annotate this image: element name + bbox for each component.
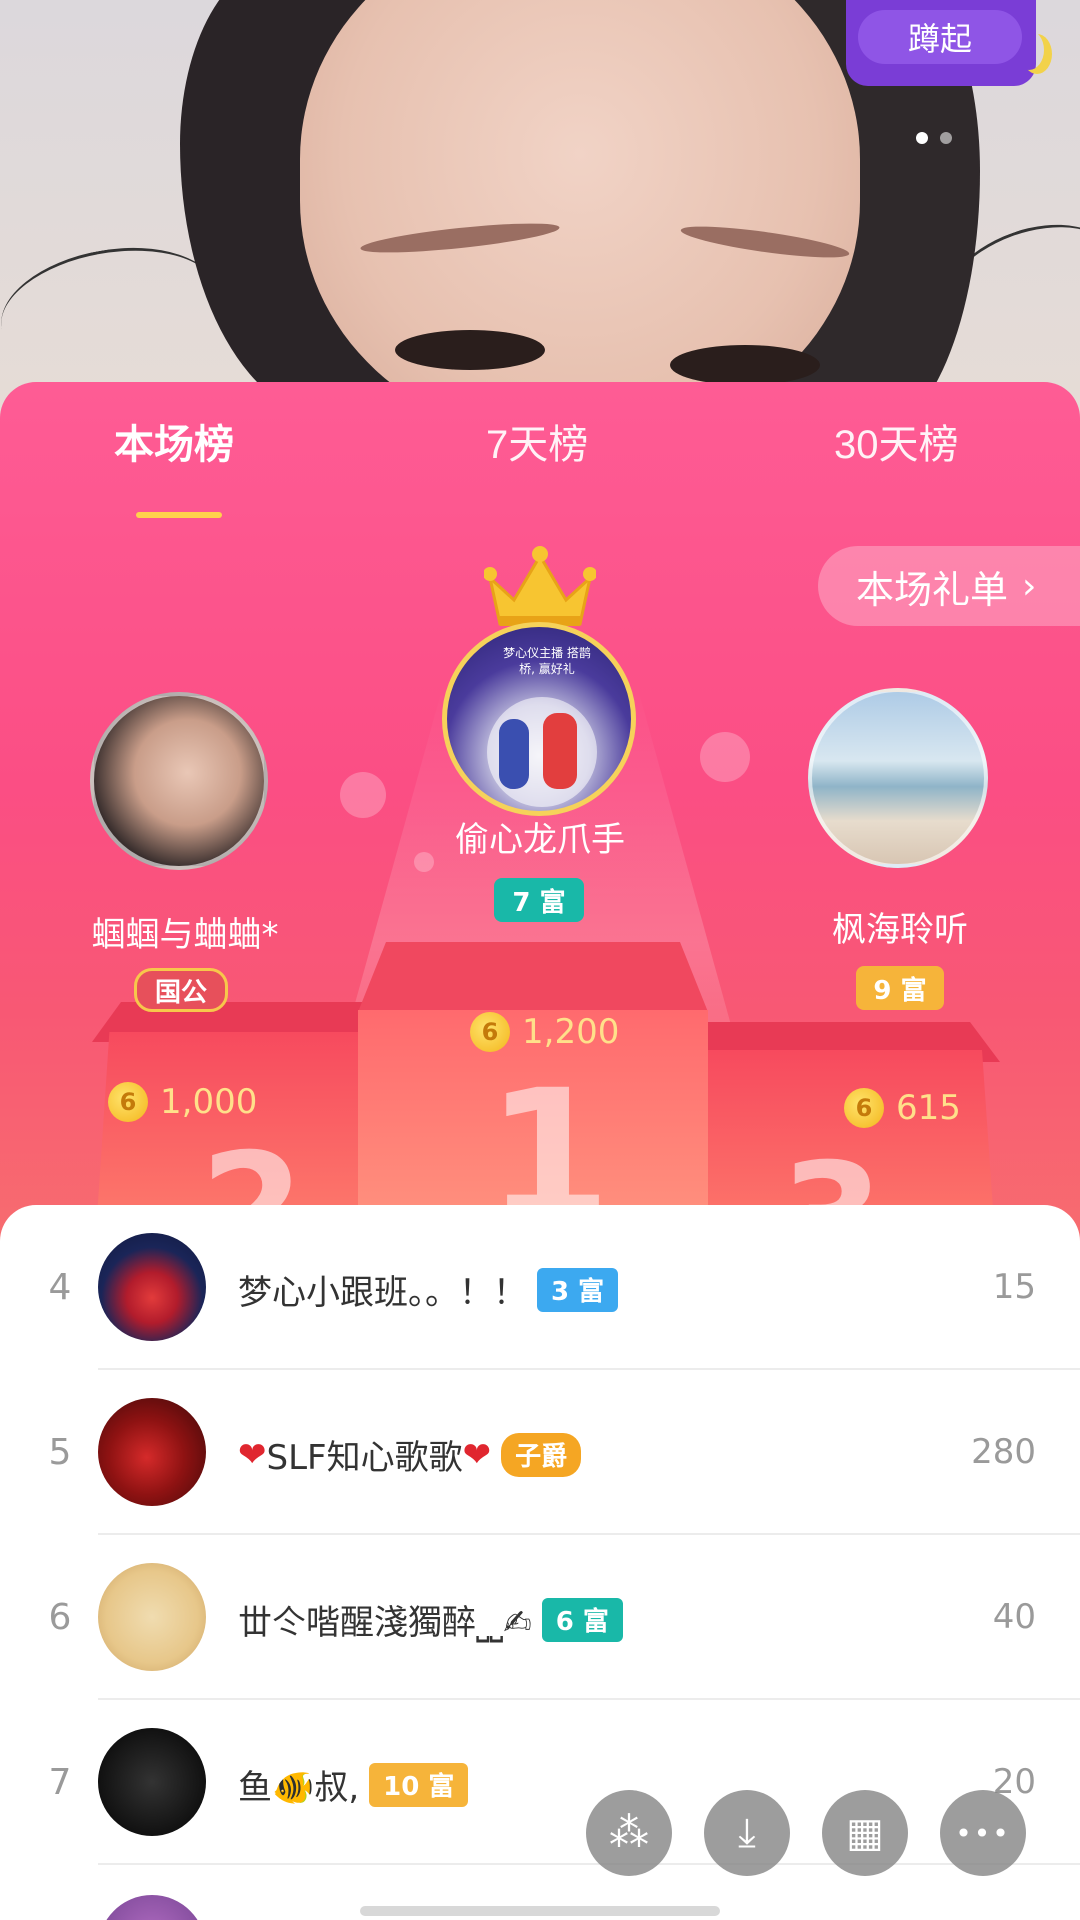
list-item[interactable]: 7 鱼🐠叔, 10 富 20 xyxy=(0,1700,1080,1865)
more-icon[interactable]: ••• xyxy=(940,1790,1026,1876)
divider xyxy=(98,1863,1080,1865)
rank-1-score-value: 1,200 xyxy=(522,1012,620,1052)
rank-number: 5 xyxy=(48,1432,72,1473)
rank-number: 7 xyxy=(48,1762,72,1803)
page-indicator xyxy=(916,132,952,144)
coin-icon: 6 xyxy=(470,1012,510,1052)
sparkle-icon[interactable]: ⁂ xyxy=(586,1790,672,1876)
rank-3-wealth-badge: 9 富 xyxy=(856,966,944,1010)
wealth-badge: 10 富 xyxy=(369,1762,469,1807)
page-dot xyxy=(940,132,952,144)
list-item[interactable]: 6 丗仒喈醒淺獨醉⎵⎵✍ 6 富 40 xyxy=(0,1535,1080,1700)
title-badge: 子爵 xyxy=(501,1432,582,1477)
ranking-list: 4 梦心小跟班。。！！ 3 富 15 5 ❤ SLF知心歌歌 ❤ 子爵 280 … xyxy=(0,1205,1080,1920)
avatar[interactable] xyxy=(98,1728,206,1836)
heart-icon: ❤ xyxy=(462,1434,492,1475)
rank-2-score: 6 1,000 xyxy=(108,1082,257,1122)
wealth-badge: 3 富 xyxy=(537,1267,619,1312)
avatar[interactable] xyxy=(98,1895,206,1920)
user-name-text: SLF知心歌歌 xyxy=(266,1438,463,1478)
gift-list-button[interactable]: 本场礼单 › xyxy=(818,546,1080,626)
page-dot xyxy=(916,132,928,144)
avatar[interactable] xyxy=(98,1563,206,1671)
user-name: 梦心小跟班。。！！ xyxy=(238,1273,527,1313)
user-name: 鱼🐠叔, xyxy=(238,1768,360,1808)
avatar-rank-1[interactable]: 梦心仪主播 搭鹊桥, 赢好礼 xyxy=(442,622,636,816)
avatar[interactable] xyxy=(98,1233,206,1341)
tab-this-session[interactable]: 本场榜 xyxy=(114,412,234,470)
rank-2-title-badge: 国公 xyxy=(134,968,228,1012)
moon-icon xyxy=(1014,30,1044,70)
user-name: ❤ SLF知心歌歌 ❤ xyxy=(238,1430,491,1479)
podium-1-top xyxy=(358,942,708,1012)
follow-button[interactable]: 蹲起 xyxy=(846,0,1036,86)
rank-3-score-value: 615 xyxy=(896,1088,961,1128)
coin-icon: 6 xyxy=(108,1082,148,1122)
download-icon[interactable]: ⤓ xyxy=(704,1790,790,1876)
chevron-right-icon: › xyxy=(1022,565,1037,607)
tab-30-days[interactable]: 30天榜 xyxy=(834,412,959,470)
rank-2-name: 蝈蝈与蛐蛐* xyxy=(91,915,279,955)
ranking-tabs: 本场榜 7天榜 30天榜 xyxy=(0,412,1080,518)
user-name: 丗仒喈醒淺獨醉⎵⎵✍ xyxy=(238,1603,532,1643)
rank-1-name: 偷心龙爪手 xyxy=(455,820,625,860)
active-tab-underline xyxy=(136,512,222,518)
home-indicator xyxy=(360,1906,720,1916)
list-item[interactable]: 5 ❤ SLF知心歌歌 ❤ 子爵 280 xyxy=(0,1370,1080,1535)
coin-icon: 6 xyxy=(844,1088,884,1128)
rank-number: 4 xyxy=(48,1267,72,1308)
ranking-panel: 本场榜 7天榜 30天榜 本场礼单 › 1 2 3 梦心仪主播 搭鹊桥, 赢好礼… xyxy=(0,382,1080,1282)
score: 15 xyxy=(992,1267,1036,1307)
avatar-rank-3[interactable] xyxy=(808,688,988,868)
crown-icon xyxy=(484,544,596,630)
rank-1-score: 6 1,200 xyxy=(470,1012,619,1052)
avatar[interactable] xyxy=(98,1398,206,1506)
avatar-caption: 梦心仪主播 搭鹊桥, 赢好礼 xyxy=(503,646,591,676)
rank-1-wealth-badge: 7 富 xyxy=(494,878,584,922)
follow-button-label: 蹲起 xyxy=(858,10,1022,64)
avatar-rank-2[interactable] xyxy=(90,692,268,870)
tab-7-days[interactable]: 7天榜 xyxy=(486,412,588,470)
wealth-badge: 6 富 xyxy=(541,1597,623,1642)
decor-bubble xyxy=(700,732,750,782)
score: 40 xyxy=(992,1597,1036,1637)
rank-2-score-value: 1,000 xyxy=(160,1082,258,1122)
heart-icon: ❤ xyxy=(238,1434,267,1475)
score: 280 xyxy=(971,1432,1036,1472)
rank-3-name: 枫海聆听 xyxy=(832,910,968,950)
gift-list-label: 本场礼单 xyxy=(856,567,1009,612)
rank-3-score: 6 615 xyxy=(844,1088,961,1128)
rank-number: 6 xyxy=(48,1597,72,1638)
grid-icon[interactable]: ▦ xyxy=(822,1790,908,1876)
list-item[interactable]: 4 梦心小跟班。。！！ 3 富 15 xyxy=(0,1205,1080,1370)
